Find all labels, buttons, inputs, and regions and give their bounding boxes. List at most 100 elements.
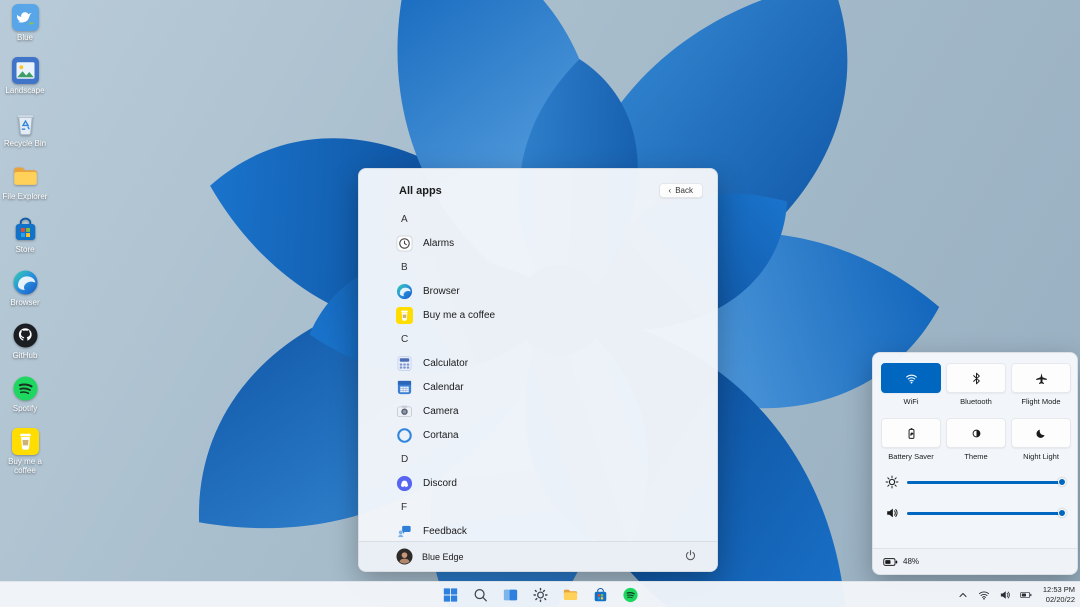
desktop-icon-browser[interactable]: Browser [2, 269, 48, 322]
desktop-icon-landscape[interactable]: Landscape [2, 57, 48, 110]
desktop-icon-list: Blue Landscape Recycle Bin File Explorer… [2, 4, 48, 481]
taskbar-file-explorer-button[interactable] [559, 583, 582, 606]
desktop-icon-label: File Explorer [3, 192, 48, 201]
discord-icon [396, 475, 413, 492]
night-light-toggle[interactable] [1011, 418, 1071, 448]
tray-hidden-icons-icon[interactable] [956, 588, 970, 602]
taskbar-center-icons [439, 582, 642, 607]
desktop-icon-buy-me-a-coffee[interactable]: Buy me a coffee [2, 428, 48, 481]
quick-setting-flight-mode: Flight Mode [1011, 363, 1071, 406]
tray-time: 12:53 PM [1043, 585, 1075, 595]
wifi-toggle[interactable] [881, 363, 941, 393]
camera-icon [396, 403, 413, 420]
taskbar-spotify-button[interactable] [619, 583, 642, 606]
all-apps-title: All apps [399, 185, 442, 197]
github-icon [12, 322, 39, 349]
tray-battery-icon[interactable] [1019, 588, 1033, 602]
quick-settings-grid: WiFi Bluetooth Flight Mode Battery Saver… [873, 353, 1077, 461]
desktop-icon-recycle-bin[interactable]: Recycle Bin [2, 110, 48, 163]
flight-mode-label: Flight Mode [1021, 397, 1060, 406]
quick-setting-theme: Theme [946, 418, 1006, 461]
app-item-discord[interactable]: Discord [359, 471, 711, 495]
cortana-icon [396, 427, 413, 444]
power-icon [684, 549, 697, 565]
tray-network-icon[interactable] [977, 588, 991, 602]
battery-saver-toggle[interactable] [881, 418, 941, 448]
recycle-bin-icon [12, 110, 39, 137]
desktop-icon-blue[interactable]: Blue [2, 4, 48, 57]
app-item-label: Feedback [423, 526, 467, 537]
brightness-slider-thumb[interactable] [1058, 478, 1066, 486]
app-item-calendar[interactable]: Calendar [359, 375, 711, 399]
taskbar-store-button[interactable] [589, 583, 612, 606]
battery-percent: 48% [903, 557, 919, 566]
desktop-icon-label: Browser [10, 298, 39, 307]
app-item-label: Alarms [423, 238, 454, 249]
theme-toggle[interactable] [946, 418, 1006, 448]
taskbar-task-view-button[interactable] [499, 583, 522, 606]
tray-date: 02/20/22 [1043, 595, 1075, 605]
app-item-feedback[interactable]: Feedback [359, 519, 711, 543]
app-item-buy-me-a-coffee[interactable]: Buy me a coffee [359, 303, 711, 327]
app-item-calculator[interactable]: Calculator [359, 351, 711, 375]
tray-volume-icon[interactable] [998, 588, 1012, 602]
calendar-icon [396, 379, 413, 396]
desktop-icon-label: Spotify [13, 404, 37, 413]
app-section-letter-c[interactable]: C [359, 327, 711, 351]
taskbar-settings-button[interactable] [529, 583, 552, 606]
app-item-browser[interactable]: Browser [359, 279, 711, 303]
store-icon [12, 216, 39, 243]
volume-slider-thumb[interactable] [1058, 509, 1066, 517]
app-item-cortana[interactable]: Cortana [359, 423, 711, 447]
start-menu-header: All apps ‹ Back [399, 183, 703, 198]
bluetooth-toggle[interactable] [946, 363, 1006, 393]
desktop-icon-store[interactable]: Store [2, 216, 48, 269]
app-item-label: Calendar [423, 382, 464, 393]
landscape-icon [12, 57, 39, 84]
brightness-icon [885, 475, 899, 489]
start-menu-footer: Blue Edge [359, 541, 717, 571]
app-item-alarms[interactable]: Alarms [359, 231, 711, 255]
app-section-letter-b[interactable]: B [359, 255, 711, 279]
taskbar-clock[interactable]: 12:53 PM 02/20/22 [1040, 585, 1075, 605]
bird-icon [12, 4, 39, 31]
desktop-icon-label: Store [15, 245, 34, 254]
desktop-icon-spotify[interactable]: Spotify [2, 375, 48, 428]
desktop-icon-label: GitHub [13, 351, 38, 360]
brightness-slider-track[interactable] [907, 481, 1065, 484]
taskbar-start-button[interactable] [439, 583, 462, 606]
quick-setting-night-light: Night Light [1011, 418, 1071, 461]
app-item-camera[interactable]: Camera [359, 399, 711, 423]
app-item-label: Browser [423, 286, 460, 297]
desktop-icon-label: Blue [17, 33, 33, 42]
quick-settings-sliders [873, 461, 1077, 520]
taskbar-search-button[interactable] [469, 583, 492, 606]
system-tray: 12:53 PM 02/20/22 [956, 582, 1075, 607]
flight-mode-toggle[interactable] [1011, 363, 1071, 393]
quick-setting-battery-saver: Battery Saver [881, 418, 941, 461]
user-profile-button[interactable]: Blue Edge [396, 548, 464, 565]
chevron-left-icon: ‹ [669, 186, 672, 195]
power-button[interactable] [681, 548, 699, 566]
back-button-label: Back [675, 186, 693, 195]
feedback-icon [396, 523, 413, 540]
edge-icon [12, 269, 39, 296]
calculator-icon [396, 355, 413, 372]
volume-slider [885, 506, 1065, 520]
volume-slider-track[interactable] [907, 512, 1065, 515]
app-item-label: Calculator [423, 358, 468, 369]
back-button[interactable]: ‹ Back [659, 183, 703, 198]
brightness-slider [885, 475, 1065, 489]
taskbar: 12:53 PM 02/20/22 [0, 581, 1080, 607]
edge-icon [396, 283, 413, 300]
app-section-letter-a[interactable]: A [359, 207, 711, 231]
coffee-icon [12, 428, 39, 455]
app-section-letter-f[interactable]: F [359, 495, 711, 519]
app-section-letter-d[interactable]: D [359, 447, 711, 471]
wifi-label: WiFi [904, 397, 919, 406]
coffee-icon [396, 307, 413, 324]
folder-icon [12, 163, 39, 190]
desktop-icon-github[interactable]: GitHub [2, 322, 48, 375]
desktop-icon-file-explorer[interactable]: File Explorer [2, 163, 48, 216]
app-item-label: Camera [423, 406, 459, 417]
